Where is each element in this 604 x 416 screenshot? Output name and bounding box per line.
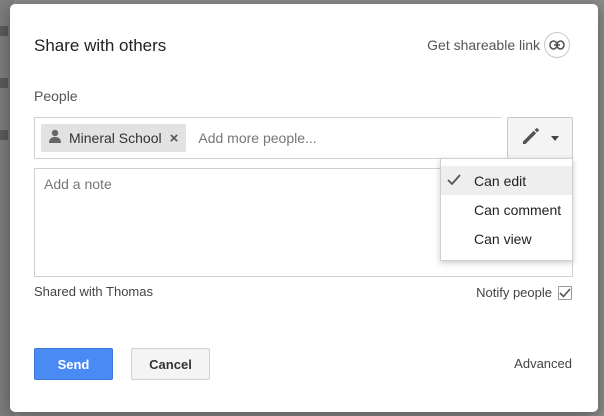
pencil-icon — [521, 126, 541, 151]
check-icon — [559, 287, 571, 298]
share-dialog: Share with others Get shareable link Peo… — [10, 4, 598, 412]
notify-people-toggle[interactable]: Notify people — [476, 285, 572, 300]
person-chip[interactable]: Mineral School × — [41, 124, 187, 152]
notify-checkbox[interactable] — [558, 285, 572, 300]
menu-item-label: Can edit — [474, 172, 527, 189]
chevron-down-icon — [551, 135, 559, 141]
background-glyph — [0, 78, 8, 88]
advanced-link[interactable]: Advanced — [514, 356, 572, 371]
menu-item-can-view[interactable]: Can view — [441, 224, 572, 253]
dialog-title: Share with others — [34, 36, 167, 55]
permission-menu: Can edit Can comment Can view — [440, 158, 573, 261]
person-chip-label: Mineral School — [69, 130, 162, 146]
notify-people-label: Notify people — [476, 285, 552, 300]
get-shareable-link[interactable]: Get shareable link — [427, 32, 570, 58]
background-glyph — [0, 26, 8, 36]
menu-item-can-comment[interactable]: Can comment — [441, 195, 572, 224]
shared-with-text: Shared with Thomas — [34, 284, 153, 299]
menu-item-can-edit[interactable]: Can edit — [441, 166, 572, 195]
permission-dropdown-button[interactable] — [507, 117, 573, 159]
send-button[interactable]: Send — [34, 348, 113, 380]
cancel-button[interactable]: Cancel — [131, 348, 210, 380]
close-icon[interactable]: × — [170, 131, 179, 146]
shareable-link-label: Get shareable link — [427, 37, 540, 53]
add-people-input[interactable] — [198, 130, 449, 146]
menu-item-label: Can comment — [474, 201, 562, 218]
people-field[interactable]: Mineral School × — [34, 117, 501, 159]
background-glyph — [0, 130, 8, 140]
link-icon[interactable] — [544, 32, 570, 58]
menu-item-label: Can view — [474, 230, 532, 247]
people-label: People — [34, 88, 78, 104]
check-icon — [447, 173, 461, 189]
person-icon — [49, 129, 61, 148]
